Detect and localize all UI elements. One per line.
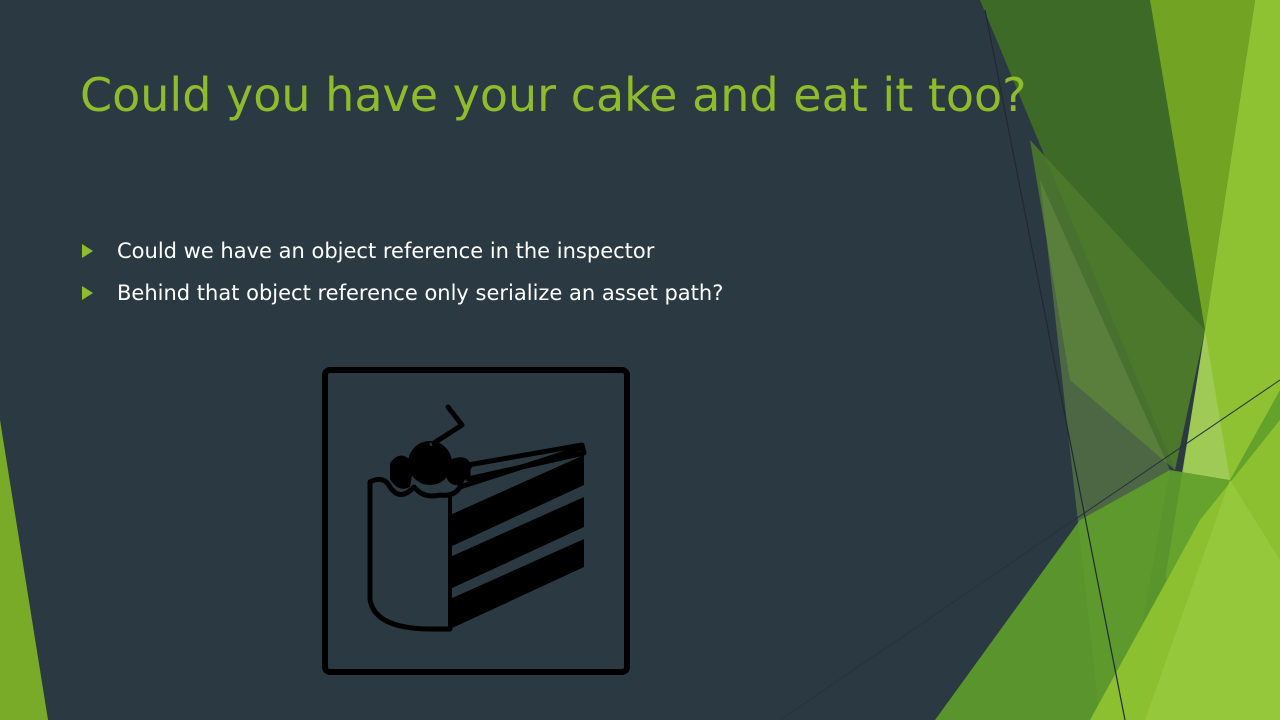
bullet-item: Behind that object reference only serial… [82,272,723,314]
slide-title: Could you have your cake and eat it too? [80,68,1027,122]
bullet-list: Could we have an object reference in the… [82,230,723,314]
triangle-bullet-icon [82,244,93,258]
bullet-item: Could we have an object reference in the… [82,230,723,272]
bullet-text: Could we have an object reference in the… [117,239,655,263]
slide: Could you have your cake and eat it too?… [0,0,1280,720]
triangle-bullet-icon [82,286,93,300]
cake-slice-icon [322,367,630,675]
bullet-text: Behind that object reference only serial… [117,281,724,305]
